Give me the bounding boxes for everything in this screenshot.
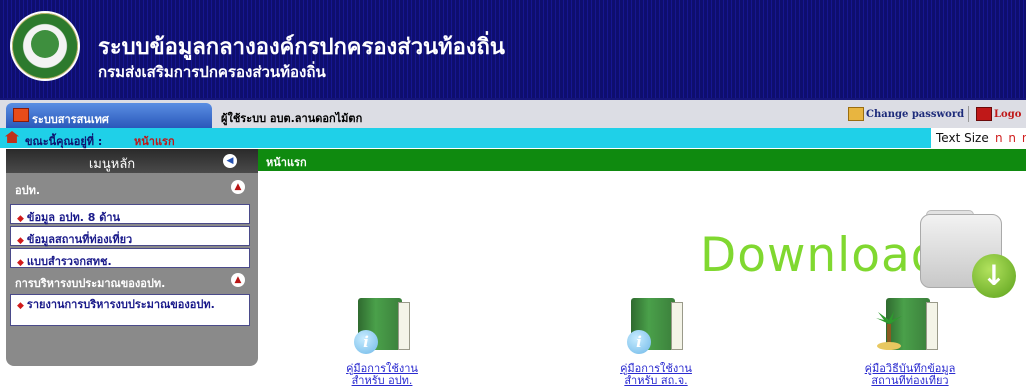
- manual-book-icon[interactable]: i: [354, 296, 414, 354]
- sidebar-title: เมนูหลัก: [88, 157, 136, 172]
- sidebar-collapse-icon[interactable]: ◀: [223, 154, 237, 168]
- sidebar-section-label: การบริหารงบประมาณของอปท.: [15, 277, 166, 290]
- tab-information-system-label[interactable]: ระบบสารสนเทศ: [32, 110, 109, 128]
- sidebar-item-label: ข้อมูล อปท. 8 ด้าน: [26, 211, 121, 224]
- breadcrumb-label: ขณะนี้คุณอยู่ที่ :: [25, 135, 103, 148]
- link-line: สถานที่ท่องเที่ยว: [871, 374, 949, 387]
- sidebar-section-budget[interactable]: การบริหารงบประมาณของอปท. ▲: [6, 270, 258, 291]
- text-size-label: Text Size: [936, 131, 989, 145]
- palm-tree-icon: [876, 311, 902, 350]
- change-password-link[interactable]: Change password: [866, 109, 964, 120]
- seal-emblem: [31, 30, 59, 58]
- info-icon: i: [354, 330, 378, 354]
- manual-link-provincial[interactable]: คู่มือการใช้งาน สำหรับ สถ.จ.: [576, 363, 736, 387]
- logout-link[interactable]: Logo: [994, 109, 1021, 120]
- manual-book-icon[interactable]: i: [627, 296, 687, 354]
- sidebar-item[interactable]: ◆ ข้อมูล อปท. 8 ด้าน: [10, 204, 250, 224]
- book-pages: [926, 302, 938, 350]
- bullet-icon: ◆: [17, 236, 24, 246]
- sidebar-item[interactable]: ◆ ข้อมูลสถานที่ท่องเที่ยว: [10, 226, 250, 246]
- download-heading: Download: [700, 228, 942, 283]
- book-pages: [671, 302, 683, 350]
- sidebar-item[interactable]: ◆ แบบสำรวจกสทช.: [10, 248, 250, 268]
- tourism-book-icon[interactable]: [876, 296, 942, 354]
- sidebar-section-lao[interactable]: อปท. ▲: [6, 177, 258, 198]
- expand-icon[interactable]: ▲: [231, 180, 245, 194]
- site-subtitle: กรมส่งเสริมการปกครองส่วนท้องถิ่น: [98, 63, 326, 81]
- download-arrow-icon: ↓: [972, 254, 1016, 298]
- toolbar-divider: [968, 106, 969, 122]
- book-pages: [398, 302, 410, 350]
- info-icon: i: [627, 330, 651, 354]
- bullet-icon: ◆: [17, 258, 24, 268]
- breadcrumb-current[interactable]: หน้าแรก: [134, 132, 175, 150]
- sidebar-item-label: ข้อมูลสถานที่ท่องเที่ยว: [26, 233, 133, 246]
- computer-icon: [13, 108, 29, 122]
- link-line: สำหรับ สถ.จ.: [624, 374, 688, 387]
- link-line: สำหรับ อปท.: [351, 374, 413, 387]
- expand-icon[interactable]: ▲: [231, 273, 245, 287]
- logout-icon[interactable]: [976, 107, 992, 121]
- sidebar-item-label: แบบสำรวจกสทช.: [26, 255, 112, 268]
- manual-link-tourism[interactable]: คู่มือวิธีบันทึกข้อมูล สถานที่ท่องเที่ยว: [830, 363, 990, 387]
- key-folder-icon[interactable]: [848, 107, 864, 121]
- bullet-icon: ◆: [17, 214, 24, 224]
- sidebar-item-label: รายงานการบริหารงบประมาณของอปท.: [26, 298, 215, 311]
- site-title: ระบบข้อมูลกลางองค์กรปกครองส่วนท้องถิ่น: [98, 35, 505, 60]
- content-title-bar: [258, 149, 1026, 171]
- bullet-icon: ◆: [17, 301, 24, 311]
- manual-link-lao[interactable]: คู่มือการใช้งาน สำหรับ อปท.: [302, 363, 462, 387]
- text-size-options[interactable]: n n n: [995, 131, 1026, 145]
- sidebar-item[interactable]: ◆ รายงานการบริหารงบประมาณของอปท.: [10, 294, 250, 326]
- content-title: หน้าแรก: [266, 156, 307, 169]
- sidebar-section-label: อปท.: [15, 184, 41, 197]
- current-user-label: ผู้ใช้ระบบ อบต.ลานดอกไม้ตก: [221, 112, 363, 125]
